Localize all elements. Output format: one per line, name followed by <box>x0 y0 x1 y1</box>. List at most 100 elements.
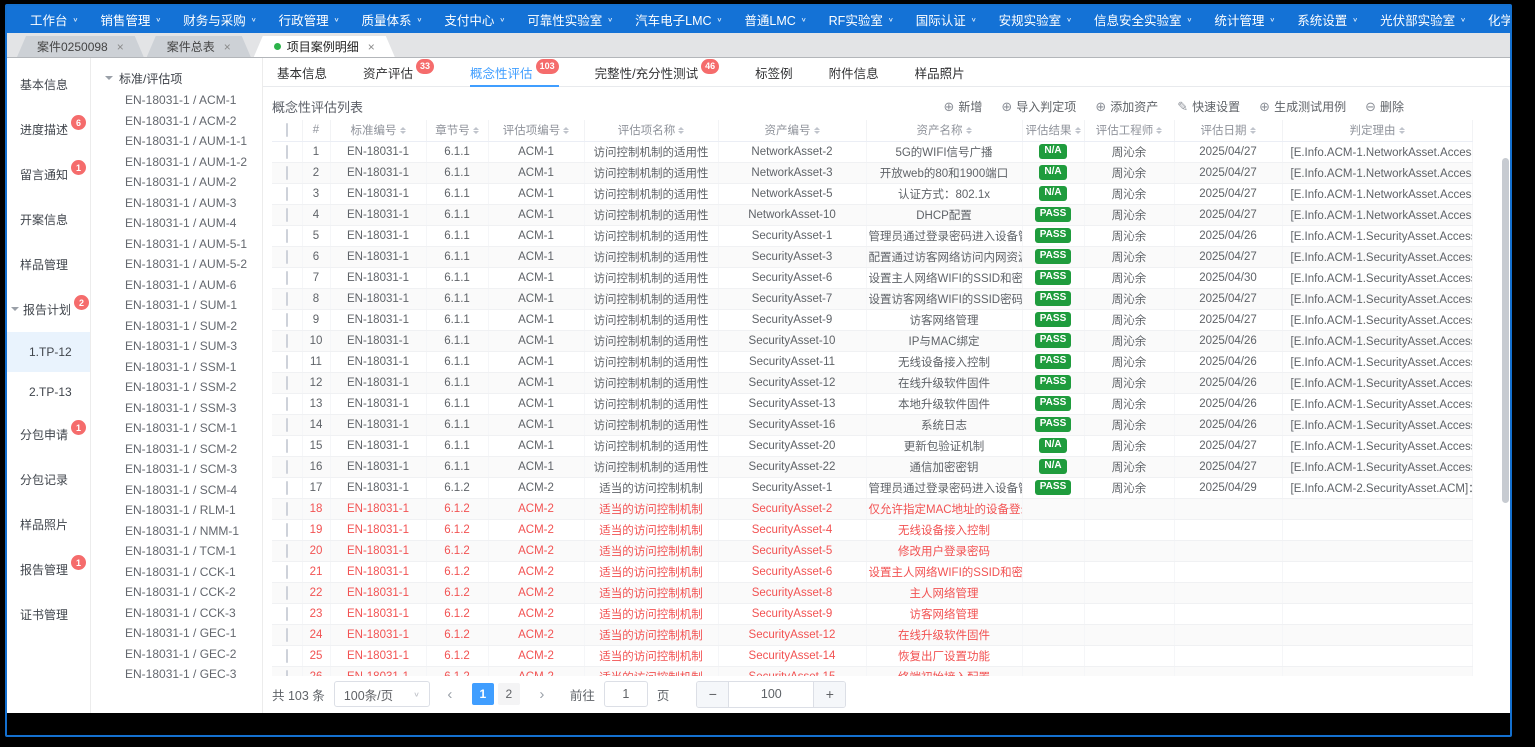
row-checkbox[interactable] <box>286 460 288 474</box>
table-row[interactable]: 23EN-18031-16.1.2ACM-2适当的访问控制机制SecurityA… <box>272 603 1472 624</box>
detail-tab[interactable]: 样品照片 <box>915 58 965 86</box>
row-checkbox[interactable] <box>286 313 288 327</box>
tree-item[interactable]: EN-18031-1 / AUM-3 <box>91 193 262 214</box>
table-row[interactable]: 8EN-18031-16.1.1ACM-1访问控制机制的适用性SecurityA… <box>272 288 1472 309</box>
tree-item[interactable]: EN-18031-1 / GEC-3 <box>91 664 262 685</box>
goto-page-input[interactable] <box>604 681 648 707</box>
row-checkbox[interactable] <box>286 271 288 285</box>
tree-item[interactable]: EN-18031-1 / SUM-1 <box>91 295 262 316</box>
sidebar-item[interactable]: 分包记录 <box>7 457 90 502</box>
table-row[interactable]: 14EN-18031-16.1.1ACM-1访问控制机制的适用性Security… <box>272 414 1472 435</box>
row-checkbox[interactable] <box>286 649 288 663</box>
tree-item[interactable]: EN-18031-1 / SSM-1 <box>91 357 262 378</box>
nav-item[interactable]: 行政管理∨ <box>268 6 351 33</box>
row-checkbox[interactable] <box>286 523 288 537</box>
sort-icon[interactable] <box>563 124 569 138</box>
row-checkbox[interactable] <box>286 229 288 243</box>
table-row[interactable]: 6EN-18031-16.1.1ACM-1访问控制机制的适用性SecurityA… <box>272 246 1472 267</box>
nav-item[interactable]: 支付中心∨ <box>433 6 516 33</box>
row-checkbox[interactable] <box>286 355 288 369</box>
tree-item[interactable]: EN-18031-1 / AUM-1-1 <box>91 131 262 152</box>
row-checkbox[interactable] <box>286 607 288 621</box>
tree-item[interactable]: EN-18031-1 / CCK-2 <box>91 582 262 603</box>
sidebar-item[interactable]: 2.TP-13 <box>7 372 90 412</box>
toolbar-button[interactable]: ⊕生成测试用例 <box>1259 98 1346 115</box>
tree-item[interactable]: EN-18031-1 / SCM-3 <box>91 459 262 480</box>
row-checkbox[interactable] <box>286 439 288 453</box>
nav-item[interactable]: 财务与采购∨ <box>172 6 267 33</box>
table-row[interactable]: 19EN-18031-16.1.2ACM-2适当的访问控制机制SecurityA… <box>272 519 1472 540</box>
nav-item[interactable]: 可靠性实验室∨ <box>516 6 624 33</box>
tree-item[interactable]: EN-18031-1 / NMM-1 <box>91 521 262 542</box>
window-tab[interactable]: 案件0250098× <box>17 36 144 57</box>
toolbar-button[interactable]: ⊕添加资产 <box>1095 98 1158 115</box>
prev-page-button[interactable]: ‹ <box>439 683 461 705</box>
nav-item[interactable]: 工作台∨ <box>19 6 89 33</box>
tree-item[interactable]: EN-18031-1 / SCM-1 <box>91 418 262 439</box>
stepper-minus-button[interactable]: − <box>697 682 728 707</box>
sidebar-item[interactable]: 基本信息 <box>7 62 90 107</box>
sort-icon[interactable] <box>1075 124 1081 138</box>
tree-item[interactable]: EN-18031-1 / CCK-1 <box>91 562 262 583</box>
table-row[interactable]: 9EN-18031-16.1.1ACM-1访问控制机制的适用性SecurityA… <box>272 309 1472 330</box>
sidebar-item[interactable]: 开案信息 <box>7 197 90 242</box>
table-row[interactable]: 21EN-18031-16.1.2ACM-2适当的访问控制机制SecurityA… <box>272 561 1472 582</box>
table-row[interactable]: 17EN-18031-16.1.2ACM-2适当的访问控制机制SecurityA… <box>272 477 1472 498</box>
nav-item[interactable]: 化学实验室∨ <box>1477 6 1512 33</box>
tree-item[interactable]: EN-18031-1 / ACM-2 <box>91 111 262 132</box>
tree-root[interactable]: 标准/评估项 <box>91 66 262 90</box>
stepper-value[interactable]: 100 <box>728 682 814 707</box>
sidebar-item[interactable]: 分包申请1 <box>7 412 90 457</box>
table-row[interactable]: 3EN-18031-16.1.1ACM-1访问控制机制的适用性NetworkAs… <box>272 183 1472 204</box>
detail-tab[interactable]: 附件信息 <box>829 58 879 86</box>
detail-tab[interactable]: 标签例 <box>755 58 793 86</box>
table-row[interactable]: 7EN-18031-16.1.1ACM-1访问控制机制的适用性SecurityA… <box>272 267 1472 288</box>
detail-tab[interactable]: 基本信息 <box>277 58 327 86</box>
nav-item[interactable]: RF实验室∨ <box>818 6 905 33</box>
row-checkbox[interactable] <box>286 145 288 159</box>
table-row[interactable]: 5EN-18031-16.1.1ACM-1访问控制机制的适用性SecurityA… <box>272 225 1472 246</box>
tree-item[interactable]: EN-18031-1 / SSM-3 <box>91 398 262 419</box>
row-checkbox[interactable] <box>286 397 288 411</box>
sort-icon[interactable] <box>678 124 684 138</box>
sort-icon[interactable] <box>814 124 820 138</box>
sidebar-item[interactable]: 1.TP-12 <box>7 332 90 372</box>
table-row[interactable]: 16EN-18031-16.1.1ACM-1访问控制机制的适用性Security… <box>272 456 1472 477</box>
tree-item[interactable]: EN-18031-1 / AUM-6 <box>91 275 262 296</box>
close-icon[interactable]: × <box>224 40 231 54</box>
table-row[interactable]: 2EN-18031-16.1.1ACM-1访问控制机制的适用性NetworkAs… <box>272 162 1472 183</box>
nav-item[interactable]: 统计管理∨ <box>1203 6 1286 33</box>
row-checkbox[interactable] <box>286 250 288 264</box>
next-page-button[interactable]: › <box>531 683 553 705</box>
row-checkbox[interactable] <box>286 586 288 600</box>
detail-tab[interactable]: 完整性/充分性测试46 <box>595 58 720 86</box>
tree-item[interactable]: EN-18031-1 / AUM-2 <box>91 172 262 193</box>
row-checkbox[interactable] <box>286 208 288 222</box>
table-row[interactable]: 25EN-18031-16.1.2ACM-2适当的访问控制机制SecurityA… <box>272 645 1472 666</box>
sort-icon[interactable] <box>400 124 406 138</box>
table-row[interactable]: 1EN-18031-16.1.1ACM-1访问控制机制的适用性NetworkAs… <box>272 141 1472 162</box>
close-icon[interactable]: × <box>368 40 375 54</box>
table-row[interactable]: 13EN-18031-16.1.1ACM-1访问控制机制的适用性Security… <box>272 393 1472 414</box>
nav-item[interactable]: 安规实验室∨ <box>988 6 1083 33</box>
table-row[interactable]: 20EN-18031-16.1.2ACM-2适当的访问控制机制SecurityA… <box>272 540 1472 561</box>
row-checkbox[interactable] <box>286 334 288 348</box>
table-row[interactable]: 15EN-18031-16.1.1ACM-1访问控制机制的适用性Security… <box>272 435 1472 456</box>
tree-item[interactable]: EN-18031-1 / SUM-2 <box>91 316 262 337</box>
sidebar-item[interactable]: 样品管理 <box>7 242 90 287</box>
table-row[interactable]: 10EN-18031-16.1.1ACM-1访问控制机制的适用性Security… <box>272 330 1472 351</box>
window-tab[interactable]: 案件总表× <box>147 36 251 57</box>
row-checkbox[interactable] <box>286 565 288 579</box>
tree-item[interactable]: EN-18031-1 / ACM-1 <box>91 90 262 111</box>
sidebar-item[interactable]: 报告计划2 <box>7 287 90 332</box>
sidebar-item[interactable]: 进度描述6 <box>7 107 90 152</box>
tree-item[interactable]: EN-18031-1 / AUM-5-2 <box>91 254 262 275</box>
table-row[interactable]: 4EN-18031-16.1.1ACM-1访问控制机制的适用性NetworkAs… <box>272 204 1472 225</box>
row-checkbox[interactable] <box>286 166 288 180</box>
nav-item[interactable]: 普通LMC∨ <box>733 6 817 33</box>
tree-item[interactable]: EN-18031-1 / RLM-1 <box>91 500 262 521</box>
tree-item[interactable]: EN-18031-1 / SUM-3 <box>91 336 262 357</box>
toolbar-button[interactable]: ⊕新增 <box>943 98 982 115</box>
table-row[interactable]: 11EN-18031-16.1.1ACM-1访问控制机制的适用性Security… <box>272 351 1472 372</box>
tree-item[interactable]: EN-18031-1 / GEC-1 <box>91 623 262 644</box>
